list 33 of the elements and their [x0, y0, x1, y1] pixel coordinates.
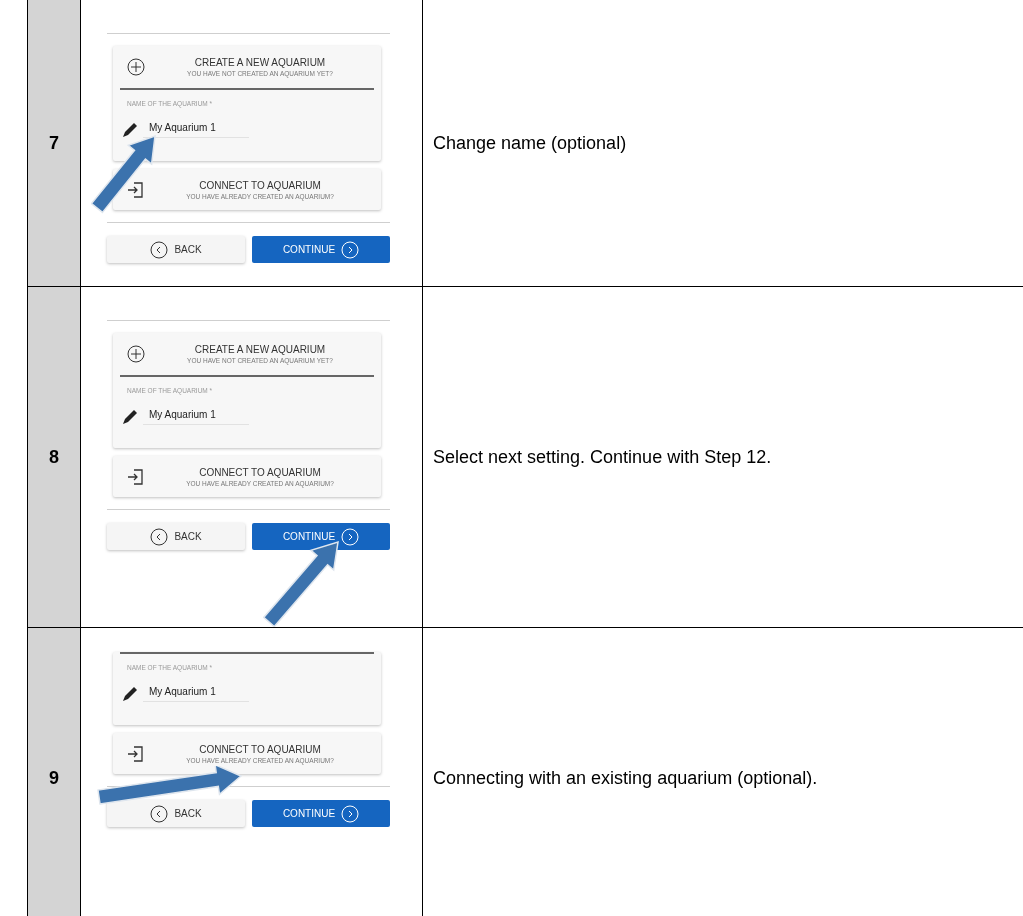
continue-button[interactable]: CONTINUE	[252, 523, 390, 550]
pencil-icon	[121, 408, 139, 426]
plus-circle-icon	[127, 345, 145, 363]
card-title: CONNECT TO AQUARIUM	[199, 179, 321, 191]
chevron-left-circle-icon	[150, 527, 169, 546]
continue-button[interactable]: CONTINUE	[252, 236, 390, 263]
step-number-cell: 9	[28, 628, 81, 916]
chevron-right-circle-icon	[341, 804, 360, 823]
card-title: CONNECT TO AQUARIUM	[199, 466, 321, 478]
pencil-icon	[121, 121, 139, 139]
chevron-left-circle-icon	[150, 240, 169, 259]
name-input-field[interactable]: My Aquarium 1	[143, 686, 249, 702]
login-icon	[127, 744, 145, 763]
chevron-right-circle-icon	[341, 527, 360, 546]
plus-circle-icon	[127, 58, 145, 76]
chevron-right-circle-icon	[341, 240, 360, 259]
login-icon	[127, 180, 145, 199]
name-input-field[interactable]: My Aquarium 1	[143, 409, 249, 425]
back-button[interactable]: BACK	[107, 800, 245, 827]
back-button[interactable]: BACK	[107, 523, 245, 550]
step-description: Connecting with an existing aquarium (optional).	[433, 767, 818, 789]
login-icon	[127, 467, 145, 486]
card-title: CREATE A NEW AQUARIUM	[194, 57, 326, 68]
step-number-cell: 7	[28, 0, 81, 286]
card-title: CONNECT TO AQUARIUM	[199, 743, 321, 755]
card-title: CREATE A NEW AQUARIUM	[194, 344, 326, 355]
step-number-cell: 8	[28, 287, 81, 627]
pencil-icon	[121, 685, 139, 703]
continue-button[interactable]: CONTINUE	[252, 800, 390, 827]
chevron-left-circle-icon	[150, 804, 169, 823]
step-description: Select next setting. Continue with Step 12.	[433, 446, 772, 468]
back-button[interactable]: BACK	[107, 236, 245, 263]
step-description: Change name (optional)	[433, 132, 627, 154]
